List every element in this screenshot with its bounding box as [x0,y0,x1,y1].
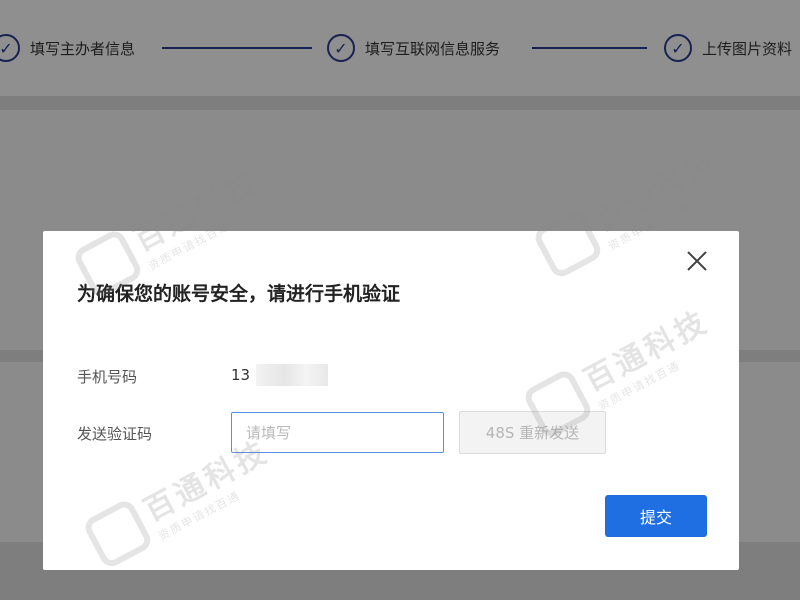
code-label: 发送验证码 [77,425,153,443]
phone-verify-dialog: 为确保您的账号安全，请进行手机验证 手机号码 13 发送验证码 48S 重新发送… [43,231,739,570]
phone-number: 13 [231,366,251,384]
dialog-title: 为确保您的账号安全，请进行手机验证 [77,283,401,305]
resend-code-button[interactable]: 48S 重新发送 [459,411,606,454]
phone-label: 手机号码 [77,368,138,386]
submit-button[interactable]: 提交 [605,495,707,537]
phone-number-mask [256,364,328,386]
close-icon [687,251,707,271]
close-button[interactable] [685,249,709,273]
verification-code-input[interactable] [231,412,444,453]
